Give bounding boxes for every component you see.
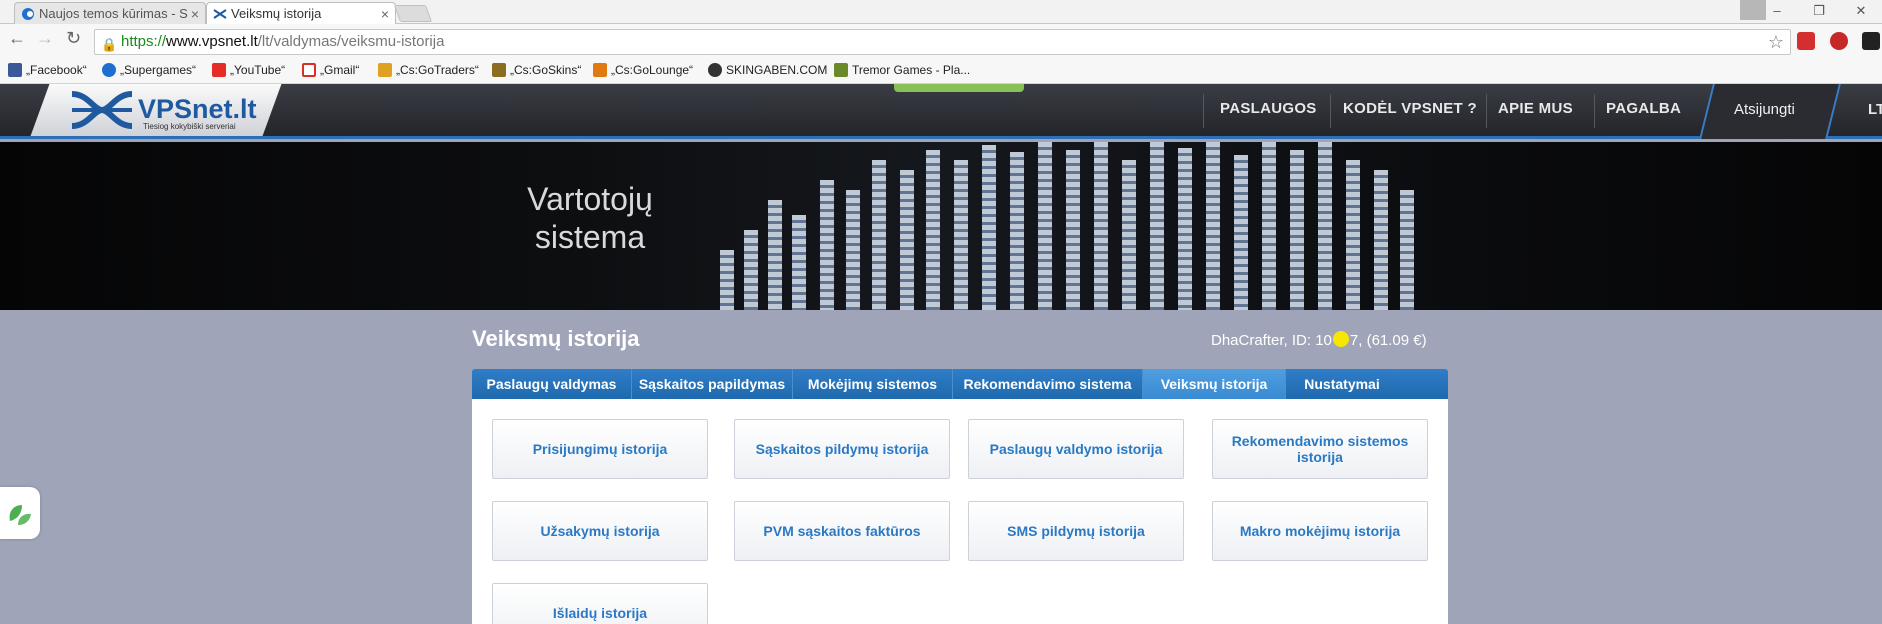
bookmark-tremor-games[interactable]: Tremor Games - Pla... — [834, 62, 970, 78]
menu-separator — [1203, 94, 1204, 128]
csgotraders-icon — [378, 63, 392, 77]
browser-tab-title: Naujos temos kūrimas - S — [39, 6, 188, 21]
youtube-icon — [212, 63, 226, 77]
tab-saskaitos-papildymas[interactable]: Sąskaitos papildymas — [632, 369, 793, 399]
tile-sms-pildymu-istorija[interactable]: SMS pildymų istorija — [968, 501, 1184, 561]
lock-icon: 🔒 — [101, 37, 118, 52]
bookmark-csgotraders[interactable]: „Cs:GoTraders“ — [378, 62, 479, 78]
menu-separator — [1594, 94, 1595, 128]
page-title: Veiksmų istorija — [472, 326, 640, 351]
close-window-icon[interactable]: ✕ — [1840, 0, 1882, 22]
side-widget[interactable] — [0, 487, 40, 539]
tile-paslaugu-valdymo-istorija[interactable]: Paslaugų valdymo istorija — [968, 419, 1184, 479]
tab-rekomendavimo-sistema[interactable]: Rekomendavimo sistema — [953, 369, 1143, 399]
tile-islaidu-istorija[interactable]: Išlaidų istorija — [492, 583, 708, 624]
supergames-icon — [102, 63, 116, 77]
tile-rekomendavimo-sistemos-istorija[interactable]: Rekomendavimo sistemos istorija — [1212, 419, 1428, 479]
url-host: www.vpsnet.lt — [166, 33, 258, 50]
bookmark-gmail[interactable]: „Gmail“ — [302, 62, 359, 78]
close-tab-icon[interactable]: × — [191, 3, 199, 24]
steam-icon — [708, 63, 722, 77]
url-path: /lt/valdymas/veiksmu-istorija — [257, 33, 445, 50]
restore-icon[interactable]: ❐ — [1798, 0, 1840, 22]
green-accent-bar — [894, 84, 1024, 92]
browser-tab-bar: Naujos temos kūrimas - S × Veiksmų istor… — [0, 0, 1882, 24]
extension-red-icon[interactable] — [1797, 32, 1815, 50]
tremor-icon — [834, 63, 848, 77]
tile-pvm-saskaitos-fakturos[interactable]: PVM sąskaitos faktūros — [734, 501, 950, 561]
account-info: DhaCrafter, ID: 10 7, (61.09 €) — [1211, 331, 1427, 349]
bookmark-facebook[interactable]: „Facebook“ — [8, 62, 87, 78]
language-selector[interactable]: LT — [1868, 101, 1882, 118]
panel-tabs: Paslaugų valdymas Sąskaitos papildymas M… — [472, 369, 1448, 399]
tile-prisijungimu-istorija[interactable]: Prisijungimų istorija — [492, 419, 708, 479]
bookmark-youtube[interactable]: „YouTube“ — [212, 62, 285, 78]
bookmark-supergames[interactable]: „Supergames“ — [102, 62, 196, 78]
browser-tab-active[interactable]: Veiksmų istorija × — [206, 2, 396, 24]
logo-text[interactable]: VPSnet.lt — [138, 94, 257, 125]
tab-veiksmu-istorija[interactable]: Veiksmų istorija — [1143, 369, 1286, 399]
logout-button[interactable]: Atsijungti — [1734, 101, 1795, 118]
window-controls: – ❐ ✕ — [1756, 0, 1882, 24]
url-scheme: https:// — [121, 33, 167, 50]
facebook-icon — [8, 63, 22, 77]
close-tab-icon[interactable]: × — [381, 3, 389, 24]
extension-adblock-icon[interactable] — [1830, 32, 1848, 50]
menu-item-kodel-vpsnet[interactable]: KODĖL VPSNET ? — [1343, 100, 1477, 117]
tile-makro-mokejimu-istorija[interactable]: Makro mokėjimų istorija — [1212, 501, 1428, 561]
gmail-icon — [302, 63, 316, 77]
bookmark-star-icon[interactable]: ☆ — [1768, 30, 1784, 54]
new-tab-button[interactable] — [393, 5, 433, 22]
back-arrow-icon[interactable]: ← — [8, 28, 26, 49]
menu-item-paslaugos[interactable]: PASLAUGOS — [1220, 100, 1317, 117]
csgoskins-icon — [492, 63, 506, 77]
menu-separator — [1330, 94, 1331, 128]
vpsnet-favicon-icon — [213, 9, 227, 19]
csgolounge-icon — [593, 63, 607, 77]
browser-tab-inactive[interactable]: Naujos temos kūrimas - S × — [14, 2, 206, 24]
leaf-icon — [9, 505, 31, 525]
menu-item-pagalba[interactable]: PAGALBA — [1606, 100, 1681, 117]
tile-saskaitos-pildymu-istorija[interactable]: Sąskaitos pildymų istorija — [734, 419, 950, 479]
vpsnet-logo-icon[interactable] — [68, 90, 136, 130]
tab-paslaugu-valdymas[interactable]: Paslaugų valdymas — [472, 369, 632, 399]
browser-tab-title: Veiksmų istorija — [231, 6, 322, 21]
forward-arrow-icon[interactable]: → — [36, 28, 54, 49]
minimize-icon[interactable]: – — [1756, 0, 1798, 22]
extension-mail-icon[interactable] — [1862, 32, 1880, 50]
bookmark-csgoskins[interactable]: „Cs:GoSkins“ — [492, 62, 581, 78]
supergames-favicon-icon — [22, 8, 34, 20]
tile-uzsakymu-istorija[interactable]: Užsakymų istorija — [492, 501, 708, 561]
address-bar[interactable]: 🔒 https://www.vpsnet.lt/lt/valdymas/veik… — [94, 29, 1791, 55]
site-navbar — [0, 84, 1882, 139]
bookmark-skingaben[interactable]: SKINGABEN.COM — [708, 62, 827, 78]
server-rack-illustration — [700, 142, 1450, 310]
redaction-mark — [1332, 331, 1349, 347]
hero-title: Vartotojų sistema — [527, 181, 653, 255]
menu-item-apie-mus[interactable]: APIE MUS — [1498, 100, 1573, 117]
history-panel: Prisijungimų istorija Sąskaitos pildymų … — [472, 399, 1448, 624]
bookmarks-bar: „Facebook“ „Supergames“ „YouTube“ „Gmail… — [0, 56, 1882, 84]
tab-mokejimu-sistemos[interactable]: Mokėjimų sistemos — [793, 369, 953, 399]
menu-separator — [1486, 94, 1487, 128]
tab-nustatymai[interactable]: Nustatymai — [1286, 369, 1398, 399]
reload-icon[interactable]: ↻ — [66, 28, 81, 49]
logo-tagline: Tiesiog kokybiški serveriai — [143, 122, 236, 131]
bookmark-csgolounge[interactable]: „Cs:GoLounge“ — [593, 62, 693, 78]
